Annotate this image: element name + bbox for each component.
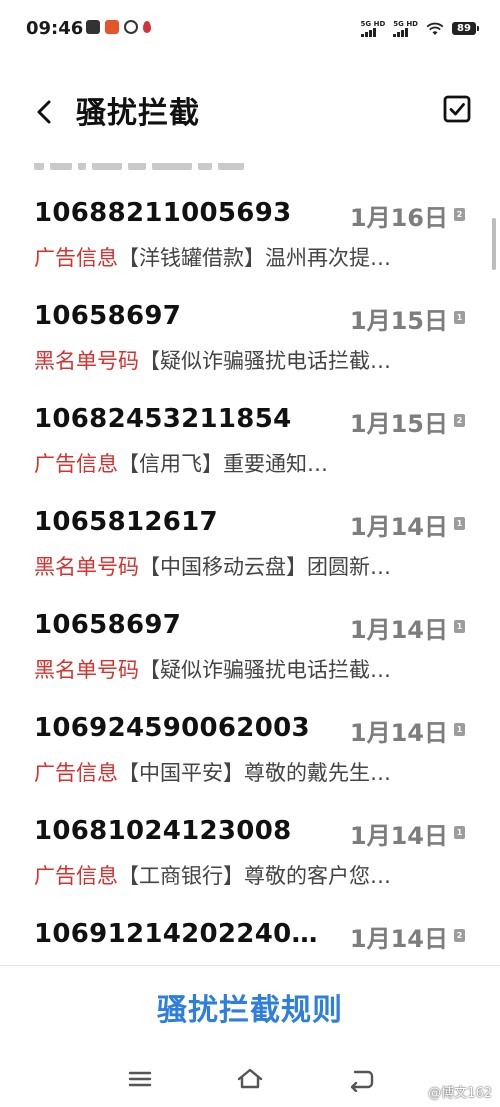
- block-reason-tag: 黑名单号码: [34, 349, 139, 373]
- list-item[interactable]: 10688211005693 1月16日 2 广告信息【洋钱罐借款】温州再次提…: [0, 198, 500, 301]
- message-date: 1月14日: [349, 925, 448, 953]
- list-item[interactable]: 1065812617 1月14日 1 黑名单号码【中国移动云盘】团圆新…: [0, 507, 500, 610]
- sim-badge-icon: 1: [454, 826, 465, 839]
- scrollbar[interactable]: [492, 218, 496, 270]
- sender-number: 10681024123008: [34, 816, 292, 846]
- message-date: 1月14日: [349, 822, 448, 850]
- signal-sim1-label: 5G HD: [360, 20, 386, 28]
- message-date: 1月14日: [349, 616, 448, 644]
- message-preview: 广告信息【洋钱罐借款】温州再次提…: [34, 242, 464, 272]
- sender-number: 10691214202240…: [34, 919, 318, 949]
- sender-number: 1065812617: [34, 507, 218, 537]
- list-item[interactable]: 10681024123008 1月14日 1 广告信息【工商银行】尊敬的客户您…: [0, 816, 500, 919]
- sim-badge-icon: 1: [454, 311, 465, 324]
- sender-number: 10688211005693: [34, 198, 292, 228]
- sim-badge-icon: 1: [454, 517, 465, 530]
- status-time: 09:46: [26, 18, 84, 39]
- preview-text: 【工商银行】尊敬的客户您…: [118, 864, 391, 888]
- sender-number: 106924590062003: [34, 713, 310, 743]
- bottom-divider: [0, 965, 500, 966]
- message-preview: 广告信息【中国平安】尊敬的戴先生…: [34, 757, 464, 787]
- sim-badge-icon: 1: [454, 620, 465, 633]
- signal-sim1-icon: 5G HD: [360, 20, 386, 37]
- status-indicators: 5G HD 5G HD 89: [360, 20, 479, 37]
- back-button[interactable]: [24, 92, 64, 132]
- wifi-icon: [426, 22, 444, 35]
- block-reason-tag: 广告信息: [34, 246, 118, 270]
- list-item[interactable]: 10682453211854 1月15日 2 广告信息【信用飞】重要通知…: [0, 404, 500, 507]
- list-item[interactable]: 106924590062003 1月14日 1 广告信息【中国平安】尊敬的戴先生…: [0, 713, 500, 816]
- block-rules-button[interactable]: 骚扰拦截规则: [0, 985, 500, 1029]
- preview-text: 【洋钱罐借款】温州再次提…: [118, 246, 391, 270]
- sim-badge-icon: 2: [454, 929, 465, 942]
- block-reason-tag: 广告信息: [34, 864, 118, 888]
- message-date: 1月15日: [349, 410, 448, 438]
- sim-badge-icon: 2: [454, 414, 465, 427]
- sender-number: 10658697: [34, 301, 182, 331]
- sim-badge-icon: 1: [454, 723, 465, 736]
- location-notification-icon: [143, 21, 151, 33]
- header: 骚扰拦截: [0, 62, 500, 162]
- signal-sim2-label: 5G HD: [393, 20, 418, 28]
- page-title: 骚扰拦截: [76, 96, 200, 131]
- list-item[interactable]: 10658697 1月15日 1 黑名单号码【疑似诈骗骚扰电话拦截…: [0, 301, 500, 404]
- partially-scrolled-row: [34, 163, 454, 170]
- menu-icon[interactable]: [125, 1066, 155, 1092]
- message-preview: 黑名单号码【中国移动云盘】团圆新…: [34, 551, 464, 581]
- preview-text: 【疑似诈骗骚扰电话拦截…: [139, 658, 391, 682]
- preview-text: 【疑似诈骗骚扰电话拦截…: [139, 349, 391, 373]
- sim-badge-icon: 2: [454, 208, 465, 221]
- sender-number: 10682453211854: [34, 404, 292, 434]
- back-arrow-icon: [37, 100, 51, 124]
- message-preview: 黑名单号码【疑似诈骗骚扰电话拦截…: [34, 654, 464, 684]
- preview-text: 【中国平安】尊敬的戴先生…: [118, 761, 391, 785]
- message-date: 1月14日: [349, 719, 448, 747]
- preview-text: 【信用飞】重要通知…: [118, 452, 328, 476]
- preview-text: 【中国移动云盘】团圆新…: [139, 555, 391, 579]
- home-icon[interactable]: [235, 1066, 265, 1092]
- sender-number: 10658697: [34, 610, 182, 640]
- block-reason-tag: 广告信息: [34, 761, 118, 785]
- watermark: @博文162: [428, 1086, 492, 1101]
- select-checkbox-icon[interactable]: [442, 94, 472, 124]
- message-date: 1月14日: [349, 513, 448, 541]
- signal-sim2-icon: 5G HD: [393, 20, 418, 37]
- status-bar: 09:46 5G HD 5G HD 89: [0, 0, 500, 62]
- message-preview: 黑名单号码【疑似诈骗骚扰电话拦截…: [34, 345, 464, 375]
- app-notification-icon: [105, 20, 119, 34]
- mail-notification-icon: [86, 20, 100, 34]
- battery-indicator: 89: [452, 22, 479, 35]
- list-item[interactable]: 10658697 1月14日 1 黑名单号码【疑似诈骗骚扰电话拦截…: [0, 610, 500, 713]
- message-date: 1月16日: [349, 204, 448, 232]
- block-reason-tag: 黑名单号码: [34, 658, 139, 682]
- block-reason-tag: 广告信息: [34, 452, 118, 476]
- block-reason-tag: 黑名单号码: [34, 555, 139, 579]
- message-preview: 广告信息【工商银行】尊敬的客户您…: [34, 860, 464, 890]
- notification-icons: [86, 20, 151, 34]
- back-nav-icon[interactable]: [346, 1066, 376, 1092]
- message-preview: 广告信息【信用飞】重要通知…: [34, 448, 464, 478]
- system-nav-bar: @博文162: [0, 1052, 500, 1107]
- link-notification-icon: [124, 20, 138, 34]
- list-item[interactable]: 10691214202240… 1月14日 2: [0, 919, 500, 963]
- message-date: 1月15日: [349, 307, 448, 335]
- message-list[interactable]: 10688211005693 1月16日 2 广告信息【洋钱罐借款】温州再次提……: [0, 163, 500, 963]
